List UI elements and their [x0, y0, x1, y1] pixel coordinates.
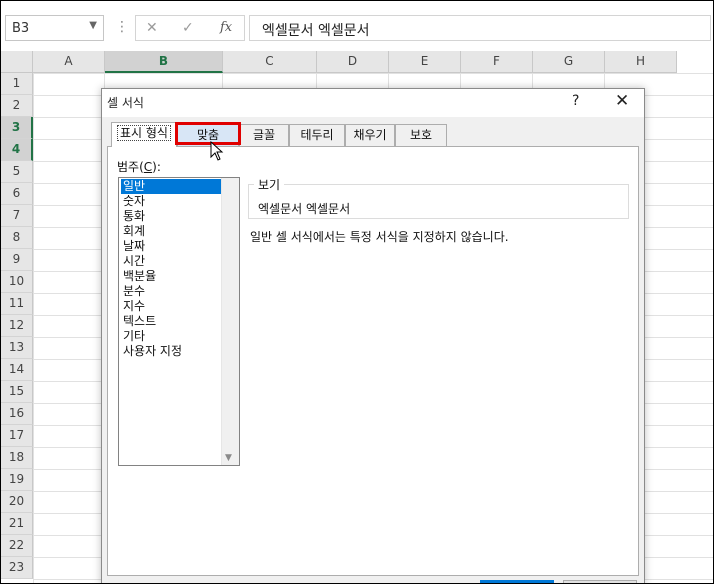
listbox-scrollbar[interactable]: ▼	[221, 178, 239, 465]
formula-input[interactable]: 엑셀문서 엑셀문서	[249, 15, 711, 41]
row-header-21[interactable]: 21	[1, 513, 33, 535]
row-header-7[interactable]: 7	[1, 205, 33, 227]
scroll-down-icon[interactable]: ▼	[225, 453, 232, 463]
tab-font-label: 글꼴	[252, 128, 276, 142]
row-header-14[interactable]: 14	[1, 359, 33, 381]
tab-protection-label: 보호	[409, 128, 433, 142]
category-item[interactable]: 날짜	[121, 239, 223, 254]
row-header-6[interactable]: 6	[1, 183, 33, 205]
tab-highlight-box	[175, 122, 241, 145]
row-header-10[interactable]: 10	[1, 271, 33, 293]
row-header-1[interactable]: 1	[1, 73, 33, 95]
category-item[interactable]: 기타	[121, 329, 223, 344]
category-item[interactable]: 텍스트	[121, 314, 223, 329]
sample-value: 엑셀문서 엑셀문서	[258, 202, 351, 216]
tab-number[interactable]: 표시 형식	[111, 122, 177, 147]
name-box[interactable]: B3 ▼	[5, 15, 104, 41]
column-header-e[interactable]: E	[389, 51, 461, 73]
category-item[interactable]: 시간	[121, 254, 223, 269]
column-header-h[interactable]: H	[605, 51, 677, 73]
category-item[interactable]: 사용자 지정	[121, 344, 223, 359]
excel-window: B3 ▼ ⋮ ✕ ✓ fx 엑셀문서 엑셀문서 ABCDEFGH 1234567…	[0, 0, 714, 584]
ok-button[interactable]	[480, 580, 554, 583]
row-header-2[interactable]: 2	[1, 95, 33, 117]
row-header-19[interactable]: 19	[1, 469, 33, 491]
select-all-corner[interactable]	[1, 51, 33, 73]
category-item[interactable]: 숫자	[121, 194, 223, 209]
format-description: 일반 셀 서식에서는 특정 서식을 지정하지 않습니다.	[250, 230, 509, 244]
row-header-15[interactable]: 15	[1, 381, 33, 403]
category-listbox[interactable]: 일반 숫자 통화 회계 날짜 시간 백분율 분수 지수 텍스트 기타 사용자 지정 ▼	[118, 177, 240, 466]
tab-fill-label: 채우기	[353, 128, 387, 142]
formula-content: 엑셀문서 엑셀문서	[262, 23, 370, 39]
cancel-icon[interactable]: ✕	[146, 20, 158, 36]
formula-bar: B3 ▼ ⋮ ✕ ✓ fx 엑셀문서 엑셀문서	[1, 1, 713, 55]
column-header-g[interactable]: G	[533, 51, 605, 73]
tab-protection[interactable]: 보호	[395, 124, 447, 146]
name-box-value: B3	[12, 21, 30, 36]
column-header-f[interactable]: F	[461, 51, 533, 73]
category-item[interactable]: 지수	[121, 299, 223, 314]
dialog-title: 셀 서식	[107, 96, 144, 110]
category-item[interactable]: 회계	[121, 224, 223, 239]
row-header-12[interactable]: 12	[1, 315, 33, 337]
column-header-a[interactable]: A	[33, 51, 105, 73]
category-item[interactable]: 일반	[121, 179, 223, 194]
row-header-5[interactable]: 5	[1, 161, 33, 183]
row-header-9[interactable]: 9	[1, 249, 33, 271]
dialog-titlebar: 셀 서식 ? ✕	[102, 89, 644, 117]
row-header-13[interactable]: 13	[1, 337, 33, 359]
row-header-23[interactable]: 23	[1, 557, 33, 579]
tab-fill[interactable]: 채우기	[345, 124, 395, 146]
tab-number-label: 표시 형식	[117, 125, 171, 141]
sample-legend: 보기	[254, 176, 285, 193]
close-button[interactable]: ✕	[615, 91, 629, 111]
row-header-3[interactable]: 3	[1, 117, 33, 139]
row-header-4[interactable]: 4	[1, 139, 33, 161]
column-header-c[interactable]: C	[223, 51, 317, 73]
format-cells-dialog: 셀 서식 ? ✕ 표시 형식 맞춤 글꼴 테두리 채우기 보호 범주(C): 일	[101, 88, 645, 583]
cancel-button[interactable]	[563, 580, 637, 583]
mouse-pointer-icon	[210, 141, 224, 161]
column-header-b[interactable]: B	[105, 51, 223, 73]
chevron-down-icon[interactable]: ▼	[89, 20, 97, 31]
category-item[interactable]: 분수	[121, 284, 223, 299]
row-header-22[interactable]: 22	[1, 535, 33, 557]
row-header-17[interactable]: 17	[1, 425, 33, 447]
row-header-20[interactable]: 20	[1, 491, 33, 513]
column-header-d[interactable]: D	[317, 51, 389, 73]
enter-icon[interactable]: ✓	[182, 20, 194, 36]
tab-border[interactable]: 테두리	[289, 124, 345, 146]
category-item[interactable]: 통화	[121, 209, 223, 224]
help-button[interactable]: ?	[572, 93, 579, 109]
category-label: 범주(C):	[117, 160, 161, 174]
row-header-11[interactable]: 11	[1, 293, 33, 315]
category-item[interactable]: 백분율	[121, 269, 223, 284]
formula-buttons: ✕ ✓ fx	[135, 15, 245, 41]
tab-font[interactable]: 글꼴	[239, 124, 289, 146]
row-header-16[interactable]: 16	[1, 403, 33, 425]
vertical-dots-icon[interactable]: ⋮	[115, 19, 129, 35]
row-header-18[interactable]: 18	[1, 447, 33, 469]
row-header-8[interactable]: 8	[1, 227, 33, 249]
tab-border-label: 테두리	[300, 128, 334, 142]
insert-function-icon[interactable]: fx	[220, 20, 232, 35]
